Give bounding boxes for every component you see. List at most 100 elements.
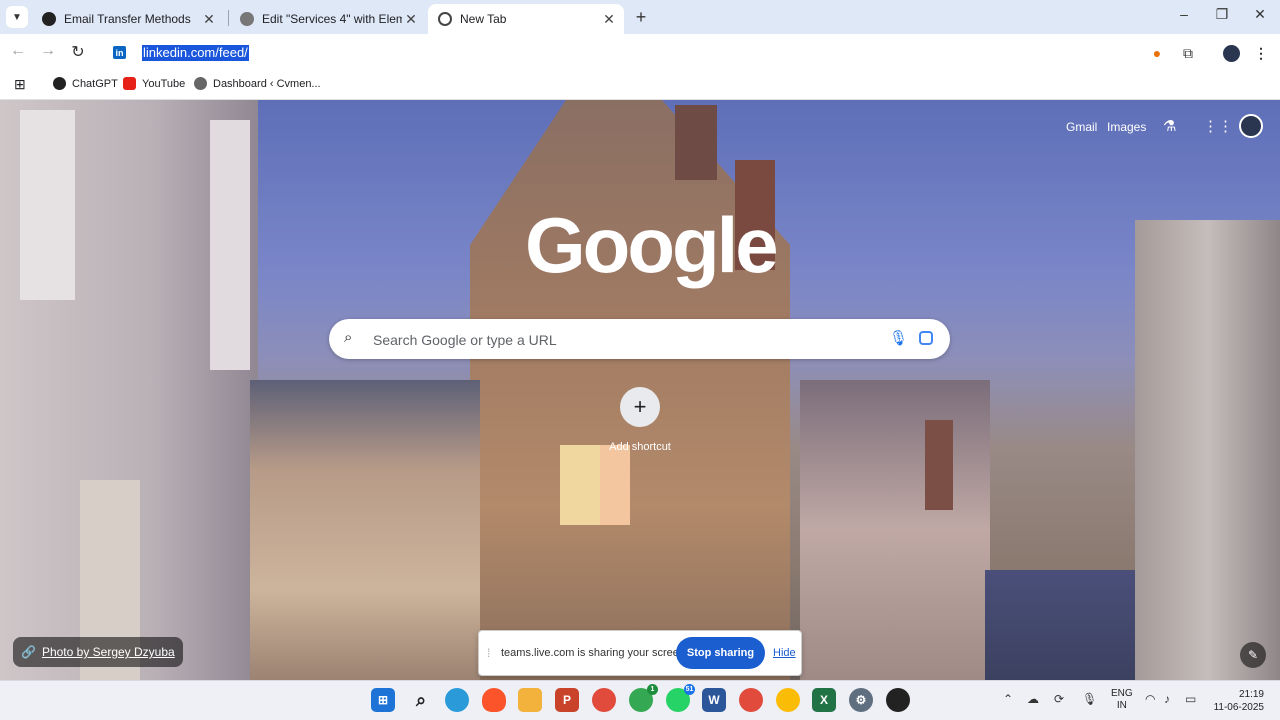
powerpoint-icon[interactable]: P xyxy=(555,688,579,712)
word-icon[interactable]: W xyxy=(702,688,726,712)
sync-icon[interactable]: ⟳ xyxy=(1054,692,1064,706)
microphone-icon[interactable]: 🎙 xyxy=(1082,692,1097,706)
background-shutter xyxy=(210,120,250,370)
close-window-button[interactable]: ✕ xyxy=(1248,6,1272,23)
chevron-up-icon[interactable]: ⌃ xyxy=(1003,692,1013,706)
language-code: ENG xyxy=(1111,688,1133,699)
bookmark-dashboard[interactable]: Dashboard ‹ Cvmen... xyxy=(194,77,321,90)
chatgpt-favicon-icon xyxy=(42,12,56,26)
add-shortcut-label: Add shortcut xyxy=(609,441,671,453)
photo-credit-text: Photo by Sergey Dzyuba xyxy=(41,645,175,659)
bookmark-label: YouTube xyxy=(142,77,186,90)
tab-divider xyxy=(228,10,229,26)
chrome-profile-icon[interactable]: 1 xyxy=(629,684,658,712)
tab-search-button[interactable]: ▼ xyxy=(6,6,28,28)
background-houses xyxy=(250,380,480,680)
background-building-right xyxy=(1135,220,1280,680)
close-tab-icon[interactable]: ✕ xyxy=(600,11,618,28)
tab-new-tab[interactable]: New Tab ✕ xyxy=(428,4,624,34)
search-icon: ⌕ xyxy=(344,329,353,346)
region-code: IN xyxy=(1116,700,1127,711)
background-street-houses xyxy=(800,380,990,680)
tab-title: Edit "Services 4" with Elementor xyxy=(262,12,402,26)
screen-share-notification: ⁞ teams.live.com is sharing your screen.… xyxy=(478,630,802,676)
stop-sharing-button[interactable]: Stop sharing xyxy=(676,637,765,669)
wifi-icon[interactable]: ◠ xyxy=(1145,692,1155,706)
drag-handle-icon[interactable]: ⁞ xyxy=(487,646,490,660)
background-shutter xyxy=(20,110,75,300)
language-indicator[interactable]: ENG IN xyxy=(1111,688,1133,712)
close-tab-icon[interactable]: ✕ xyxy=(402,11,420,28)
chrome-favicon-icon xyxy=(438,12,452,26)
search-icon[interactable]: ⌕ xyxy=(409,688,433,712)
google-logo: Google xyxy=(525,201,779,289)
background-lit-window xyxy=(560,445,600,525)
tab-email-transfer[interactable]: Email Transfer Methods ✕ xyxy=(32,4,224,34)
account-avatar[interactable] xyxy=(1239,114,1263,138)
background-lit-window xyxy=(600,445,630,525)
bookmark-label: ChatGPT xyxy=(72,77,118,90)
file-explorer-icon[interactable] xyxy=(518,688,542,712)
share-message: teams.live.com is sharing your screen. xyxy=(501,647,689,659)
kebab-menu-icon[interactable]: ⋮ xyxy=(1252,44,1270,62)
back-arrow-icon[interactable]: ← xyxy=(8,42,28,60)
system-clock[interactable]: 21:19 11-06-2025 xyxy=(1208,688,1264,714)
new-tab-button[interactable]: + xyxy=(632,7,650,28)
settings-gear-icon[interactable]: ⚙ xyxy=(849,688,873,712)
background-river xyxy=(985,570,1135,680)
notification-badge: 1 xyxy=(647,684,658,695)
google-lens-icon[interactable] xyxy=(919,331,933,345)
whatsapp-icon[interactable]: 51 xyxy=(666,684,695,712)
chrome-icon[interactable] xyxy=(592,688,616,712)
battery-icon[interactable]: ▭ xyxy=(1185,692,1196,706)
extension-fox-icon[interactable]: ● xyxy=(1148,44,1166,62)
link-icon: 🔗 xyxy=(21,645,36,659)
tab-title: Email Transfer Methods xyxy=(64,12,191,26)
bookmark-youtube[interactable]: YouTube xyxy=(123,77,185,90)
plus-icon: + xyxy=(633,394,647,419)
forward-arrow-icon[interactable]: → xyxy=(38,42,58,60)
bookmark-label: Dashboard ‹ Cvmen... xyxy=(213,77,321,90)
google-apps-grid-icon[interactable]: ⋮⋮ xyxy=(1203,117,1233,135)
hide-link[interactable]: Hide xyxy=(773,647,796,659)
windows-taskbar: ⊞ ⌕ P 1 51 W X ⚙ ⌃ ☁ ⟳ 🎙 ENG IN ◠ ♪ ▭ 21… xyxy=(0,680,1280,720)
linkedin-site-icon: in xyxy=(113,46,126,59)
date-text: 11-06-2025 xyxy=(1213,702,1264,713)
bookmark-chatgpt[interactable]: ChatGPT xyxy=(53,77,118,90)
tab-elementor[interactable]: Edit "Services 4" with Elementor ✕ xyxy=(230,4,426,34)
time-text: 21:19 xyxy=(1238,689,1264,700)
profile-avatar[interactable] xyxy=(1222,44,1240,62)
address-bar-input[interactable]: linkedin.com/feed/ xyxy=(142,45,249,61)
globe-favicon-icon xyxy=(240,12,254,26)
tab-title: New Tab xyxy=(460,12,507,26)
windows-start-icon[interactable]: ⊞ xyxy=(371,688,395,712)
globe-icon xyxy=(194,77,207,90)
volume-icon[interactable]: ♪ xyxy=(1164,692,1170,706)
extensions-puzzle-icon[interactable]: ⧉ xyxy=(1179,44,1197,62)
customize-pencil-icon[interactable]: ✎ xyxy=(1240,642,1266,668)
images-link[interactable]: Images xyxy=(1107,120,1146,134)
minimize-button[interactable]: – xyxy=(1172,6,1196,22)
brave-icon[interactable] xyxy=(482,688,506,712)
maximize-button[interactable]: ❐ xyxy=(1210,6,1234,23)
gmail-link[interactable]: Gmail xyxy=(1066,120,1097,134)
background-chimney xyxy=(925,420,953,510)
background-chimney xyxy=(675,105,717,180)
app-icon[interactable] xyxy=(886,688,910,712)
add-shortcut-button[interactable]: + xyxy=(620,387,660,427)
chrome-profile-icon[interactable] xyxy=(776,688,800,712)
labs-flask-icon[interactable]: ⚗ xyxy=(1163,117,1176,135)
onedrive-cloud-icon[interactable]: ☁ xyxy=(1027,692,1039,706)
chrome-profile-icon[interactable] xyxy=(739,688,763,712)
microphone-icon[interactable]: 🎙 xyxy=(889,329,908,347)
search-input[interactable] xyxy=(371,319,875,361)
reload-icon[interactable]: ↻ xyxy=(68,42,88,62)
chevron-down-icon: ▼ xyxy=(12,11,22,23)
excel-icon[interactable]: X xyxy=(812,688,836,712)
edge-icon[interactable] xyxy=(445,688,469,712)
search-box[interactable]: ⌕ 🎙 xyxy=(329,319,950,361)
close-tab-icon[interactable]: ✕ xyxy=(200,11,218,28)
photo-credit-link[interactable]: 🔗 Photo by Sergey Dzyuba xyxy=(13,637,183,667)
apps-grid-icon[interactable]: ⊞ xyxy=(14,76,26,93)
bookmarks-bar: ⊞ ChatGPT YouTube Dashboard ‹ Cvmen... xyxy=(0,70,1280,100)
